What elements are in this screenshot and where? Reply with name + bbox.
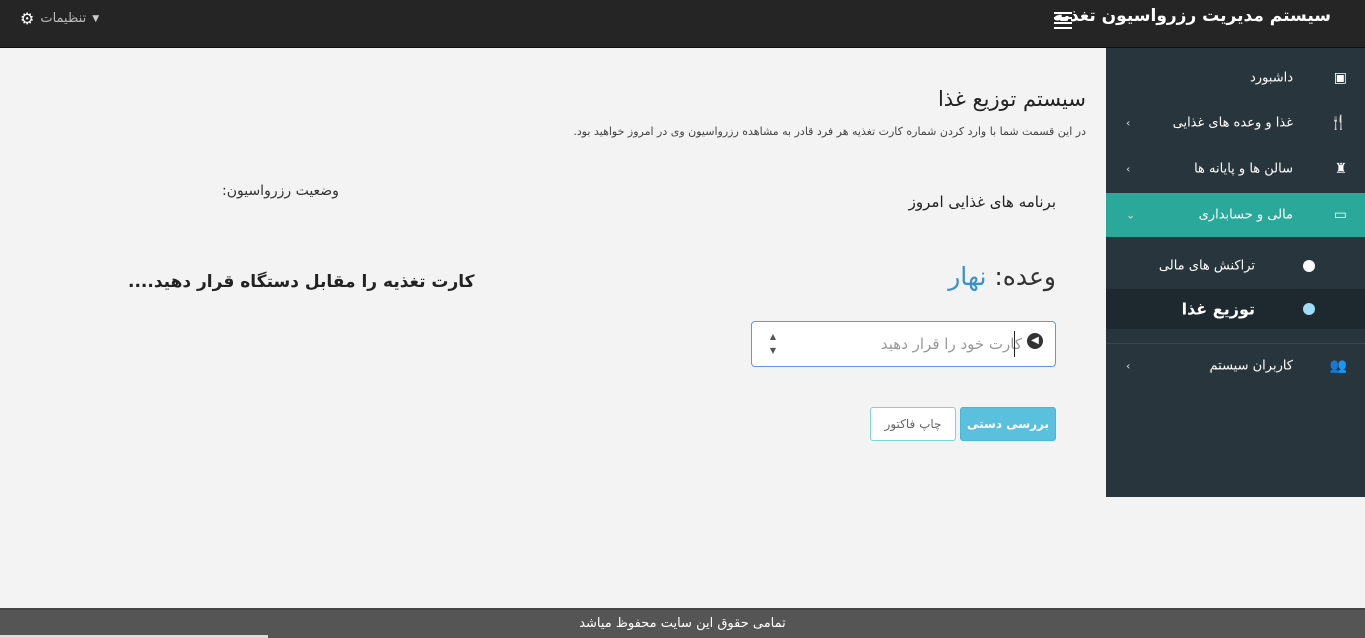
sidebar: ▣ داشبورد 🍴 غذا و وعده های غذایی › ♜ سال…	[1106, 48, 1365, 497]
sidebar-subitem-food-distribution[interactable]: توزیع غذا	[1106, 289, 1365, 329]
chevron-left-icon: ›	[1126, 162, 1131, 176]
chevron-left-icon: ›	[1126, 116, 1131, 130]
meal-line: وعده: نهار	[948, 262, 1056, 291]
top-navbar: سیستم مدیریت رزرواسیون تغذیه ▼ تنظیمات ⚙	[0, 0, 1365, 48]
circle-icon	[1303, 260, 1315, 272]
print-invoice-button[interactable]: چاپ فاکتور	[870, 407, 956, 441]
settings-dropdown[interactable]: ▼ تنظیمات ⚙	[20, 9, 99, 28]
money-icon: ▭	[1333, 207, 1347, 223]
sidebar-item-label: کاربران سیستم	[1209, 358, 1294, 374]
users-icon: 👥	[1329, 358, 1347, 374]
number-spinner[interactable]: ▲ ▼	[767, 330, 779, 358]
brand-title[interactable]: سیستم مدیریت رزرواسیون تغذیه	[1053, 6, 1331, 26]
sidebar-item-halls[interactable]: ♜ سالن ها و پایانه ها ›	[1106, 147, 1365, 191]
sidebar-item-finance[interactable]: ▭ مالی و حسابداری ⌄	[1106, 193, 1365, 237]
hamburger-icon[interactable]	[1054, 12, 1072, 29]
spin-up-icon[interactable]: ▲	[767, 330, 779, 344]
sidebar-subitem-label: توزیع غذا	[1181, 299, 1255, 319]
sidebar-subitem-label: تراکنش های مالی	[1158, 258, 1255, 274]
manual-check-button[interactable]: بررسی دستی	[960, 407, 1056, 441]
chevron-left-icon: ›	[1126, 359, 1131, 373]
dashboard-icon: ▣	[1333, 70, 1347, 86]
today-programs-heading: برنامه های غذایی امروز	[908, 193, 1056, 211]
sidebar-item-label: سالن ها و پایانه ها	[1194, 161, 1293, 177]
cogs-icon: ⚙	[20, 9, 35, 28]
sidebar-item-label: داشبورد	[1250, 70, 1293, 86]
sidebar-item-users[interactable]: 👥 کاربران سیستم ›	[1106, 344, 1365, 388]
card-instruction: کارت تغذیه را مقابل دستگاه قرار دهید....	[128, 272, 475, 292]
text-cursor	[1014, 331, 1015, 357]
page-title: سیستم توزیع غذا	[937, 87, 1086, 111]
reservation-status-label: وضعیت رزرواسیون:	[222, 183, 339, 199]
meal-label: وعده:	[994, 262, 1056, 291]
sidebar-subitem-transactions[interactable]: تراکنش های مالی	[1106, 244, 1365, 288]
circle-icon	[1303, 303, 1315, 315]
arrow-left-circle-icon[interactable]: ◀	[1027, 333, 1043, 349]
card-number-input[interactable]	[782, 328, 1022, 360]
chevron-down-icon: ⌄	[1126, 208, 1136, 222]
sidebar-item-label: غذا و وعده های غذایی	[1172, 115, 1293, 131]
spin-down-icon[interactable]: ▼	[767, 344, 779, 358]
meal-value: نهار	[948, 262, 987, 291]
settings-label: تنظیمات	[40, 11, 87, 26]
sidebar-item-label: مالی و حسابداری	[1198, 207, 1293, 223]
chevron-down-icon: ▼	[92, 13, 100, 24]
footer-copyright: تمامی حقوق این سایت محفوظ میاشد	[579, 616, 786, 631]
card-input-group: ◀ ▲ ▼	[751, 321, 1056, 367]
tower-icon: ♜	[1334, 161, 1347, 177]
utensils-icon: 🍴	[1329, 115, 1347, 131]
sidebar-item-dashboard[interactable]: ▣ داشبورد	[1106, 56, 1365, 100]
footer: تمامی حقوق این سایت محفوظ میاشد	[0, 608, 1365, 638]
page-description: در این قسمت شما با وارد کردن شماره کارت …	[573, 125, 1086, 138]
sidebar-item-food[interactable]: 🍴 غذا و وعده های غذایی ›	[1106, 101, 1365, 145]
